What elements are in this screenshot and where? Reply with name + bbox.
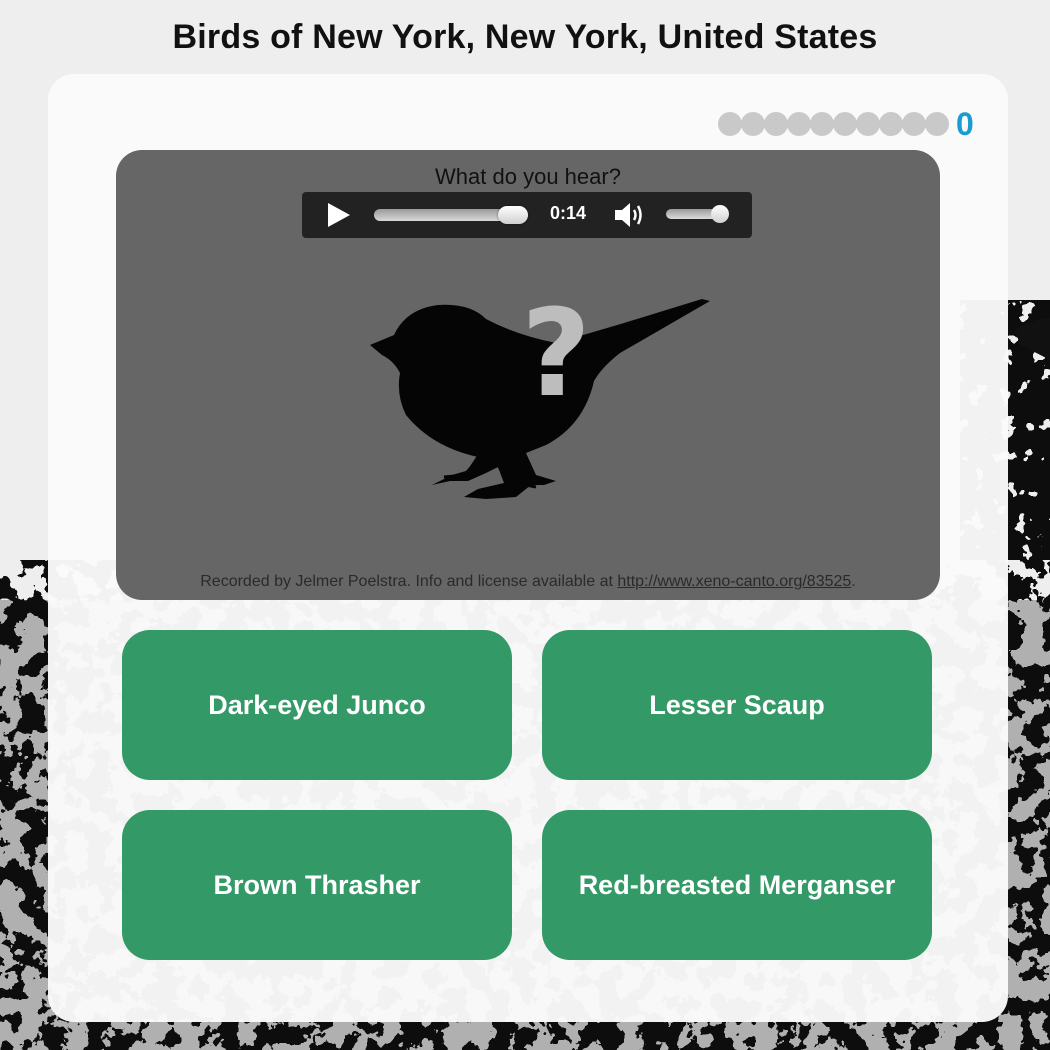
progress-dot	[741, 112, 765, 136]
progress-dot	[764, 112, 788, 136]
volume-slider[interactable]	[666, 205, 729, 223]
svg-text:?: ?	[521, 285, 591, 424]
xeno-canto-link[interactable]: http://www.xeno-canto.org/83525	[617, 573, 851, 590]
progress-dot	[718, 112, 742, 136]
speaker-volume-icon[interactable]	[612, 200, 648, 230]
answer-label: Red-breasted Merganser	[578, 869, 896, 900]
audio-player[interactable]: 0:14	[302, 192, 752, 238]
question-prompt: What do you hear?	[435, 164, 621, 189]
progress-dot	[810, 112, 834, 136]
seek-handle[interactable]	[498, 206, 528, 224]
progress-dot	[879, 112, 903, 136]
time-display: 0:14	[550, 203, 587, 223]
progress-dots	[718, 111, 949, 137]
bird-silhouette-question-icon: ?	[370, 285, 710, 499]
answer-button[interactable]: Lesser Scaup	[542, 630, 932, 780]
progress-dot	[925, 112, 949, 136]
answer-label: Lesser Scaup	[649, 689, 825, 720]
answer-label: Dark-eyed Junco	[208, 689, 426, 720]
volume-handle[interactable]	[711, 205, 729, 223]
score-counter: 0	[956, 106, 974, 142]
answer-button[interactable]: Brown Thrasher	[122, 810, 512, 960]
answer-label: Brown Thrasher	[213, 869, 421, 900]
progress-dot	[856, 112, 880, 136]
page: Birds of New York, New York, United Stat…	[0, 0, 1050, 1050]
audio-question-panel: What do you hear? 0:14 ? Recorded by Jel…	[116, 150, 940, 600]
credit-text: Recorded by Jelmer Poelstra. Info and li…	[200, 573, 613, 590]
seek-bar[interactable]	[374, 206, 528, 224]
play-icon[interactable]	[324, 201, 354, 229]
answer-button[interactable]: Dark-eyed Junco	[122, 630, 512, 780]
progress-dot	[902, 112, 926, 136]
credit-suffix: .	[851, 573, 856, 590]
progress-dot	[787, 112, 811, 136]
recording-credit: Recorded by Jelmer Poelstra. Info and li…	[116, 573, 940, 591]
answer-button[interactable]: Red-breasted Merganser	[542, 810, 932, 960]
progress-dot	[833, 112, 857, 136]
page-title: Birds of New York, New York, United Stat…	[172, 18, 878, 56]
